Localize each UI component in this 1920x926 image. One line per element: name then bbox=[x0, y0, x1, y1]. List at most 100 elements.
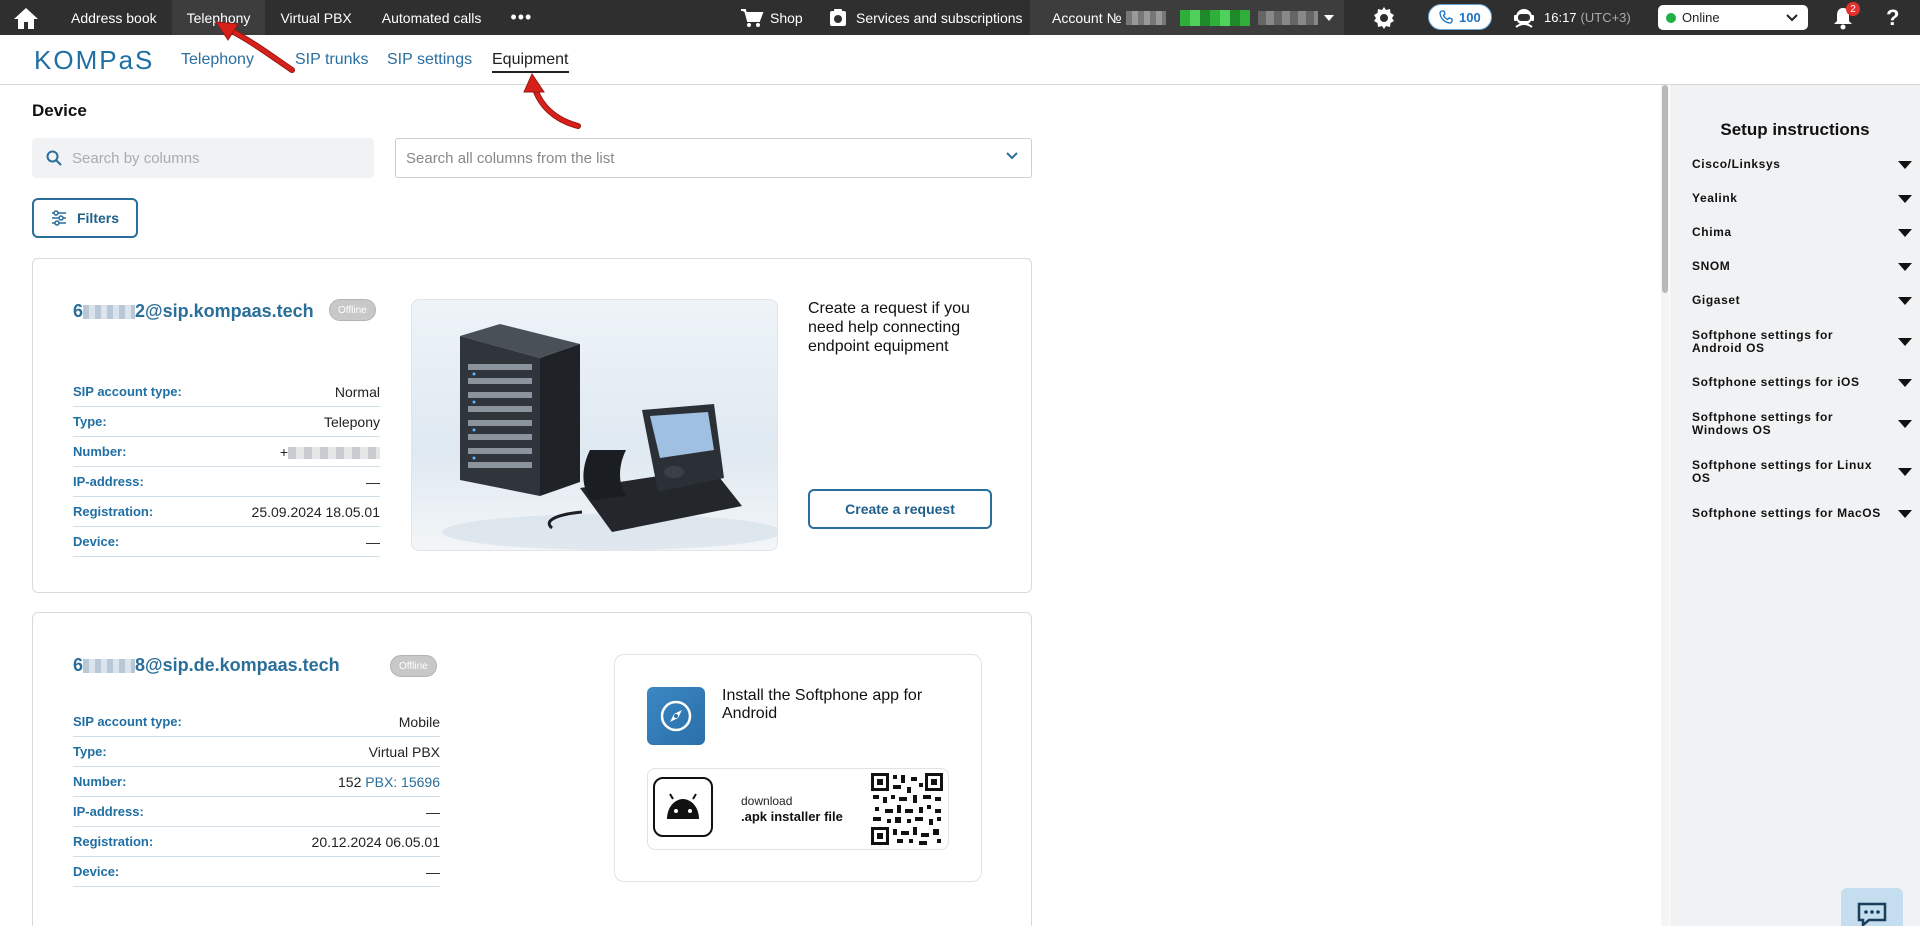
clock-timezone: (UTC+3) bbox=[1580, 10, 1631, 25]
apk-download[interactable]: download .apk installer file bbox=[647, 768, 949, 850]
account-balance-redacted bbox=[1179, 9, 1250, 26]
field-row: SIP account type: Normal bbox=[73, 377, 380, 407]
field-label: Type: bbox=[73, 414, 107, 429]
triangle-down-icon bbox=[1898, 160, 1912, 169]
chat-button[interactable] bbox=[1841, 888, 1903, 926]
setup-item-label: SNOM bbox=[1692, 259, 1731, 273]
tab-sip-trunks[interactable]: SIP trunks bbox=[295, 51, 369, 69]
account-label: Account № bbox=[1052, 9, 1122, 26]
android-download-button[interactable] bbox=[653, 777, 713, 837]
online-status-dot bbox=[1666, 12, 1676, 23]
download-label: download bbox=[741, 794, 793, 808]
settings-button[interactable] bbox=[1372, 0, 1396, 35]
topnav-address-book[interactable]: Address book bbox=[56, 0, 172, 35]
field-label: Device: bbox=[73, 864, 120, 879]
triangle-down-icon bbox=[1898, 378, 1912, 387]
search-input[interactable]: Search by columns bbox=[32, 138, 374, 178]
caret-down-icon bbox=[1323, 14, 1334, 21]
scrollbar-thumb[interactable] bbox=[1662, 85, 1668, 293]
field-value: 152 PBX: 15696 bbox=[338, 774, 440, 790]
cart-icon bbox=[741, 8, 764, 27]
compass-icon bbox=[660, 700, 692, 732]
field-row: Registration: 20.12.2024 06.05.01 bbox=[73, 827, 440, 857]
field-row: Device: — bbox=[73, 527, 380, 557]
sip-redacted bbox=[83, 305, 136, 320]
sip-prefix: 6 bbox=[73, 655, 84, 675]
field-value: — bbox=[426, 863, 440, 880]
triangle-down-icon bbox=[1898, 338, 1912, 346]
sip-redacted bbox=[83, 659, 136, 674]
setup-item-linux[interactable]: Softphone settings for Linux OS bbox=[1692, 459, 1912, 485]
field-label: Registration: bbox=[73, 504, 154, 519]
shop-label: Shop bbox=[770, 9, 803, 26]
setup-item-label: Softphone settings for Linux OS bbox=[1692, 458, 1873, 485]
search-placeholder: Search by columns bbox=[72, 149, 200, 167]
setup-item-label: Softphone settings for MacOS bbox=[1692, 506, 1881, 520]
tab-equipment[interactable]: Equipment bbox=[492, 51, 569, 73]
top-bar: Address book Telephony Virtual PBX Autom… bbox=[0, 0, 1920, 35]
setup-item-chima[interactable]: Chima bbox=[1692, 226, 1912, 239]
clock-time: 16:17 bbox=[1544, 10, 1577, 25]
triangle-down-icon bbox=[1898, 228, 1912, 237]
sip-prefix: 6 bbox=[73, 301, 84, 321]
field-value: + bbox=[280, 444, 380, 460]
field-label: Device: bbox=[73, 534, 120, 549]
android-icon bbox=[667, 793, 699, 819]
field-value: Telepony bbox=[323, 413, 380, 430]
qr-code bbox=[871, 773, 943, 845]
sip-suffix: 2@sip.kompaas.tech bbox=[135, 301, 314, 321]
calls-balance-badge[interactable]: 100 bbox=[1428, 4, 1492, 30]
setup-title: Setup instructions bbox=[1720, 120, 1870, 139]
sip-address[interactable]: 6 2@sip.kompaas.tech bbox=[73, 301, 314, 322]
columns-select[interactable]: Search all columns from the list bbox=[395, 138, 1032, 178]
tab-sip-settings[interactable]: SIP settings bbox=[387, 51, 472, 69]
chat-icon bbox=[1857, 902, 1887, 926]
setup-item-label: Softphone settings for Android OS bbox=[1692, 328, 1834, 355]
help-button[interactable]: ? bbox=[1886, 0, 1899, 35]
notifications-button[interactable]: 2 bbox=[1832, 0, 1860, 35]
setup-item-snom[interactable]: SNOM bbox=[1692, 260, 1912, 273]
shop-button[interactable]: Shop bbox=[740, 0, 803, 35]
triangle-down-icon bbox=[1898, 509, 1912, 518]
filters-button[interactable]: Filters bbox=[32, 198, 138, 238]
topnav-automated-calls[interactable]: Automated calls bbox=[367, 0, 497, 35]
topnav-telephony[interactable]: Telephony bbox=[171, 0, 266, 35]
field-value: Normal bbox=[334, 383, 380, 400]
home-button[interactable] bbox=[0, 0, 52, 35]
topnav-virtual-pbx[interactable]: Virtual PBX bbox=[265, 0, 366, 35]
setup-item-android[interactable]: Softphone settings for Android OS bbox=[1692, 329, 1912, 355]
setup-item-gigaset[interactable]: Gigaset bbox=[1692, 294, 1912, 307]
setup-item-cisco[interactable]: Cisco/Linksys bbox=[1692, 158, 1912, 171]
field-row: SIP account type: Mobile bbox=[73, 707, 440, 737]
sliders-icon bbox=[51, 210, 66, 226]
field-row: IP-address: — bbox=[73, 467, 380, 497]
device-card: 6 8@sip.de.kompaas.tech Offline SIP accou… bbox=[32, 612, 1032, 926]
field-label: SIP account type: bbox=[73, 714, 182, 729]
create-request-button[interactable]: Create a request bbox=[808, 489, 992, 529]
device-card: 6 2@sip.kompaas.tech Offline SIP account … bbox=[32, 258, 1032, 593]
clock: 16:17 (UTC+3) bbox=[1512, 0, 1631, 35]
setup-item-windows[interactable]: Softphone settings for Windows OS bbox=[1692, 411, 1912, 437]
setup-item-yealink[interactable]: Yealink bbox=[1692, 192, 1912, 205]
sip-suffix: 8@sip.de.kompaas.tech bbox=[135, 655, 340, 675]
field-row: Type: Telepony bbox=[73, 407, 380, 437]
softphone-install-panel: Install the Softphone app for Android do… bbox=[614, 654, 982, 882]
services-icon bbox=[830, 8, 846, 26]
account-selector[interactable]: Account № bbox=[1030, 0, 1344, 35]
field-label: IP-address: bbox=[73, 474, 144, 489]
field-row: Number: + bbox=[73, 437, 380, 467]
services-label: Services and subscriptions bbox=[856, 9, 1023, 26]
services-button[interactable]: Services and subscriptions bbox=[828, 0, 1023, 35]
pbx-link[interactable]: PBX: 15696 bbox=[365, 774, 440, 790]
home-icon bbox=[14, 7, 38, 29]
setup-item-label: Softphone settings for iOS bbox=[1692, 375, 1860, 389]
more-menu-button[interactable]: ••• bbox=[496, 0, 546, 35]
setup-item-ios[interactable]: Softphone settings for iOS bbox=[1692, 376, 1912, 389]
gear-icon bbox=[1374, 6, 1394, 29]
field-value: — bbox=[426, 803, 440, 820]
sip-address[interactable]: 6 8@sip.de.kompaas.tech bbox=[73, 655, 340, 676]
tab-telephony[interactable]: Telephony bbox=[181, 51, 254, 69]
status-select[interactable]: Online bbox=[1658, 5, 1808, 30]
setup-item-macos[interactable]: Softphone settings for MacOS bbox=[1692, 507, 1912, 520]
columns-placeholder: Search all columns from the list bbox=[406, 149, 615, 167]
